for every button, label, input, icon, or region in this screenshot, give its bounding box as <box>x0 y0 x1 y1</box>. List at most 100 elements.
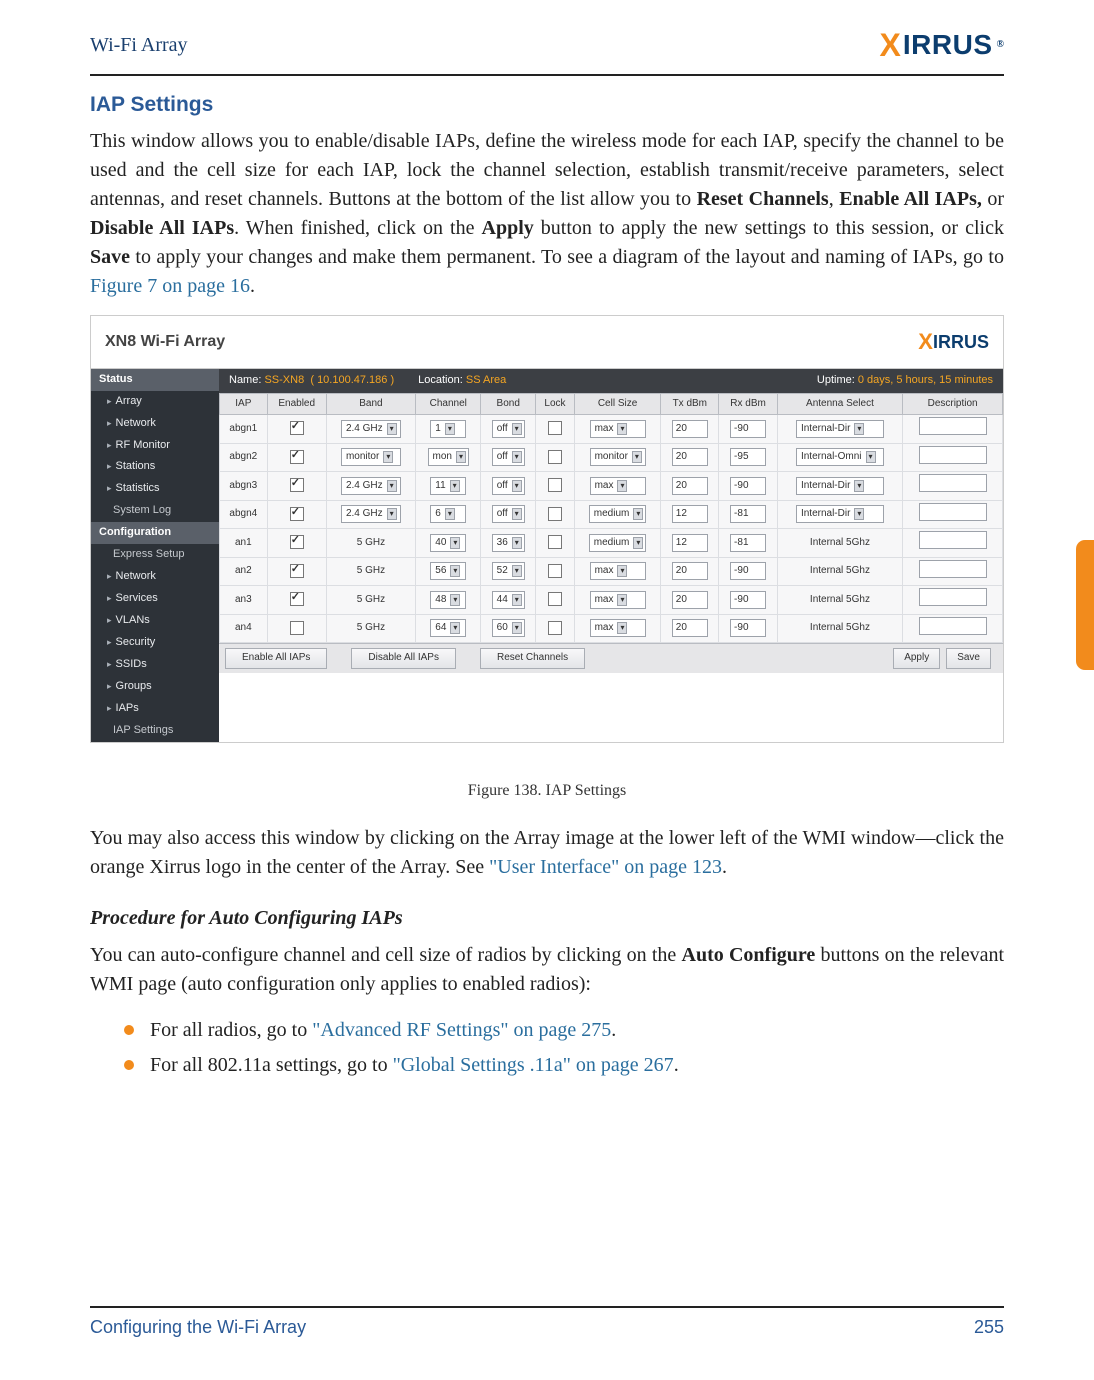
select[interactable]: monitor▾ <box>341 448 401 466</box>
chevron-down-icon: ▾ <box>512 480 522 492</box>
select[interactable]: off▾ <box>492 448 525 466</box>
text-input[interactable]: 20 <box>672 477 708 495</box>
text-input[interactable]: -90 <box>730 562 766 580</box>
cross-ref-link[interactable]: "Global Settings .11a" on page 267 <box>393 1054 674 1076</box>
select[interactable]: off▾ <box>492 505 525 523</box>
sidebar-item[interactable]: Groups <box>91 676 219 698</box>
sidebar-item[interactable]: Network <box>91 413 219 435</box>
checkbox[interactable] <box>290 535 304 549</box>
checkbox[interactable] <box>548 421 562 435</box>
text-input[interactable]: -81 <box>730 534 766 552</box>
checkbox[interactable] <box>548 621 562 635</box>
select[interactable]: mon▾ <box>428 448 469 466</box>
select[interactable]: 1▾ <box>430 420 466 438</box>
select[interactable]: 56▾ <box>430 562 466 580</box>
select[interactable]: monitor▾ <box>590 448 646 466</box>
checkbox[interactable] <box>548 564 562 578</box>
select[interactable]: off▾ <box>492 477 525 495</box>
text-input[interactable] <box>919 531 987 549</box>
select[interactable]: 2.4 GHz▾ <box>341 505 401 523</box>
save-button[interactable]: Save <box>946 648 991 669</box>
select[interactable]: max▾ <box>590 619 646 637</box>
sidebar-item[interactable]: Configuration <box>91 522 219 544</box>
text-input[interactable] <box>919 503 987 521</box>
sidebar-item[interactable]: RF Monitor <box>91 435 219 457</box>
select[interactable]: 2.4 GHz▾ <box>341 477 401 495</box>
select[interactable]: max▾ <box>590 477 646 495</box>
text-input[interactable] <box>919 588 987 606</box>
text-input[interactable]: 20 <box>672 591 708 609</box>
sidebar-item[interactable]: IAPs <box>91 698 219 720</box>
select[interactable]: 52▾ <box>492 562 525 580</box>
text-input[interactable]: 12 <box>672 534 708 552</box>
select[interactable]: 44▾ <box>492 591 525 609</box>
select[interactable]: Internal-Dir▾ <box>796 477 884 495</box>
select[interactable]: 6▾ <box>430 505 466 523</box>
select[interactable]: max▾ <box>590 562 646 580</box>
checkbox[interactable] <box>548 507 562 521</box>
sidebar-item[interactable]: Express Setup <box>91 544 219 566</box>
select[interactable]: 60▾ <box>492 619 525 637</box>
sidebar-item[interactable]: Security <box>91 632 219 654</box>
text-input[interactable] <box>919 446 987 464</box>
text-input[interactable] <box>919 417 987 435</box>
checkbox[interactable] <box>548 535 562 549</box>
checkbox[interactable] <box>290 621 304 635</box>
sidebar-item[interactable]: IAP Settings <box>91 720 219 742</box>
sidebar-item[interactable]: Array <box>91 391 219 413</box>
select[interactable]: Internal-Omni▾ <box>796 448 884 466</box>
select[interactable]: 48▾ <box>430 591 466 609</box>
text-input[interactable]: -90 <box>730 420 766 438</box>
text-input[interactable]: -90 <box>730 619 766 637</box>
text-input[interactable]: 12 <box>672 505 708 523</box>
cross-ref-link[interactable]: "Advanced RF Settings" on page 275 <box>312 1019 611 1041</box>
select[interactable]: 2.4 GHz▾ <box>341 420 401 438</box>
text-input[interactable]: 20 <box>672 619 708 637</box>
text-input[interactable]: -90 <box>730 591 766 609</box>
sidebar-item[interactable]: Network <box>91 566 219 588</box>
select[interactable]: medium▾ <box>589 505 647 523</box>
select[interactable]: 40▾ <box>430 534 466 552</box>
select[interactable]: max▾ <box>590 591 646 609</box>
sidebar-item[interactable]: Statistics <box>91 478 219 500</box>
chevron-down-icon: ▾ <box>632 451 642 463</box>
checkbox[interactable] <box>548 592 562 606</box>
select[interactable]: medium▾ <box>589 534 647 552</box>
sidebar-item[interactable]: Services <box>91 588 219 610</box>
user-interface-link[interactable]: "User Interface" on page 123 <box>489 856 722 878</box>
checkbox[interactable] <box>290 564 304 578</box>
checkbox[interactable] <box>290 450 304 464</box>
fig7-link[interactable]: Figure 7 on page 16 <box>90 275 250 297</box>
select[interactable]: Internal-Dir▾ <box>796 420 884 438</box>
enable-all-button[interactable]: Enable All IAPs <box>225 648 327 669</box>
select[interactable]: 11▾ <box>430 477 466 495</box>
text-input[interactable]: -90 <box>730 477 766 495</box>
text-input[interactable]: 20 <box>672 562 708 580</box>
text-input[interactable]: -95 <box>730 448 766 466</box>
select[interactable]: 36▾ <box>492 534 525 552</box>
sidebar-item[interactable]: VLANs <box>91 610 219 632</box>
sidebar-item[interactable]: Status <box>91 369 219 391</box>
checkbox[interactable] <box>548 478 562 492</box>
select[interactable]: 64▾ <box>430 619 466 637</box>
text-input[interactable]: -81 <box>730 505 766 523</box>
text-input[interactable]: 20 <box>672 448 708 466</box>
reset-channels-button[interactable]: Reset Channels <box>480 648 585 669</box>
sidebar-item[interactable]: Stations <box>91 456 219 478</box>
sidebar-item[interactable]: System Log <box>91 500 219 522</box>
disable-all-button[interactable]: Disable All IAPs <box>351 648 456 669</box>
apply-button[interactable]: Apply <box>893 648 940 669</box>
text-input[interactable]: 20 <box>672 420 708 438</box>
checkbox[interactable] <box>290 478 304 492</box>
text-input[interactable] <box>919 617 987 635</box>
select[interactable]: max▾ <box>590 420 646 438</box>
text-input[interactable] <box>919 560 987 578</box>
select[interactable]: off▾ <box>492 420 525 438</box>
checkbox[interactable] <box>290 507 304 521</box>
text-input[interactable] <box>919 474 987 492</box>
select[interactable]: Internal-Dir▾ <box>796 505 884 523</box>
checkbox[interactable] <box>290 592 304 606</box>
checkbox[interactable] <box>548 450 562 464</box>
sidebar-item[interactable]: SSIDs <box>91 654 219 676</box>
checkbox[interactable] <box>290 421 304 435</box>
